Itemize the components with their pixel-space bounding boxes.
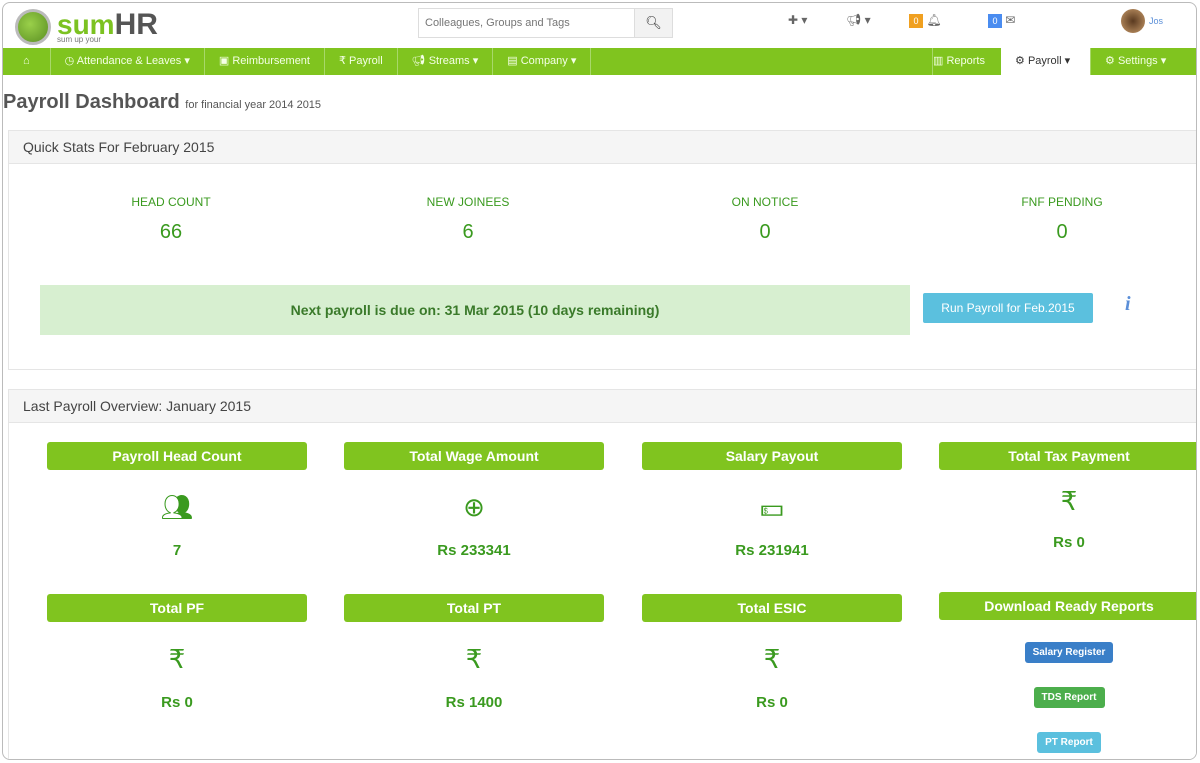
user-name[interactable]: Jos (1149, 16, 1163, 26)
stat-value: 66 (159, 221, 183, 243)
plus-circle-icon: ⊕ (463, 492, 485, 522)
stat-value: 0 (1056, 221, 1068, 243)
page-subtitle: for financial year 2014 2015 (185, 99, 322, 111)
card-download-reports: Download Ready Reports Salary Register T… (939, 592, 1196, 753)
salary-register-button[interactable]: Salary Register (1024, 642, 1114, 663)
nav-payroll-settings[interactable]: ⚙ Payroll ▾ (1001, 48, 1091, 75)
nav-attendance[interactable]: ◷ Attendance & Leaves ▾ (51, 48, 205, 75)
stat-label: NEW JOINEES (426, 195, 510, 209)
nav-label: Reimbursement (232, 55, 310, 67)
card-value: Rs 233341 (437, 542, 511, 559)
nav-label: Attendance & Leaves ▾ (76, 55, 190, 67)
info-icon[interactable]: i (1125, 293, 1131, 316)
overview-heading: Last Payroll Overview: January 2015 (9, 390, 1196, 423)
quick-stats-heading: Quick Stats For February 2015 (9, 131, 1196, 164)
logo-globe-icon (15, 9, 51, 45)
building-icon: ▤ (507, 55, 518, 67)
nav-home[interactable]: ⌂ (3, 48, 51, 75)
card-title: Total PT (344, 594, 604, 622)
money-icon: 💵︎ (760, 492, 784, 522)
nav-reimbursement[interactable]: ▣ Reimbursement (205, 48, 325, 75)
logo[interactable]: sumHR sum up your (15, 9, 158, 45)
stat-value: 6 (462, 221, 474, 243)
pt-report-button[interactable]: PT Report (1037, 732, 1101, 753)
card-total-tax-payment: Total Tax Payment ₹ Rs 0 (939, 442, 1196, 551)
title-text: Payroll Dashboard (3, 91, 180, 113)
stat-fnf-pending: FNF PENDING 0 (962, 195, 1162, 244)
stat-on-notice: ON NOTICE 0 (665, 195, 865, 244)
nav-label: Reports (946, 55, 985, 67)
search-input[interactable] (419, 9, 634, 37)
nav-label: Settings ▾ (1117, 55, 1167, 67)
card-title: Download Ready Reports (939, 592, 1196, 620)
stat-label: ON NOTICE (731, 195, 799, 209)
card-title: Total ESIC (642, 594, 902, 622)
tds-report-button[interactable]: TDS Report (1033, 687, 1105, 708)
card-salary-payout: Salary Payout 💵︎ Rs 231941 (642, 442, 902, 559)
card-value: Rs 1400 (445, 694, 503, 711)
page-title: Payroll Dashboard for financial year 201… (3, 91, 321, 114)
card-title: Total PF (47, 594, 307, 622)
clock-icon: ◷ (64, 55, 75, 67)
notifications[interactable]: 0 🔔︎ (909, 13, 942, 28)
nav-label: Streams ▾ (428, 55, 479, 67)
last-payroll-panel: Last Payroll Overview: January 2015 Payr… (8, 389, 1196, 759)
search-box: 🔍︎ (418, 8, 673, 38)
stat-new-joinees: NEW JOINEES 6 (368, 195, 568, 244)
app-window: sumHRsum up your 🔍︎ ✚ ▾ 📢︎ ▾ 0 🔔︎ 0 ✉ Jo… (2, 2, 1197, 760)
search-button[interactable]: 🔍︎ (634, 9, 672, 37)
card-total-pt: Total PT ₹ Rs 1400 (344, 594, 604, 711)
bullhorn-icon: 📢︎ (411, 55, 426, 67)
nav-settings[interactable]: ⚙ Settings ▾ (1091, 48, 1196, 75)
nav-streams[interactable]: 📢︎ Streams ▾ (398, 48, 494, 75)
card-value: Rs 231941 (735, 542, 809, 559)
users-icon: 👥︎ (160, 492, 194, 522)
card-title: Payroll Head Count (47, 442, 307, 470)
card-total-pf: Total PF ₹ Rs 0 (47, 594, 307, 711)
run-payroll-button[interactable]: Run Payroll for Feb.2015 (923, 293, 1093, 323)
card-value: 7 (172, 542, 182, 559)
nav-reports[interactable]: ▥ Reports (933, 48, 1001, 75)
next-payroll-banner: Next payroll is due on: 31 Mar 2015 (10 … (40, 285, 910, 335)
card-total-wage-amount: Total Wage Amount ⊕ Rs 233341 (344, 442, 604, 559)
nav-label: Company ▾ (520, 55, 577, 67)
search-icon: 🔍︎ (645, 15, 662, 30)
money-icon: ▣ (218, 55, 230, 67)
mail-count: 0 (988, 14, 1002, 28)
messages[interactable]: 0 ✉ (988, 13, 1015, 28)
nav-payroll[interactable]: ₹ Payroll (325, 48, 398, 75)
rupee-icon: ₹ (168, 644, 186, 674)
card-value: Rs 0 (1053, 534, 1085, 551)
card-value: Rs 0 (161, 694, 193, 711)
brand-hr: HR (114, 8, 158, 41)
stat-head-count: HEAD COUNT 66 (71, 195, 271, 244)
avatar[interactable] (1121, 9, 1145, 33)
bar-chart-icon: ▥ (933, 55, 944, 67)
add-menu-icon[interactable]: ✚ ▾ (788, 13, 807, 27)
quick-stats-panel: Quick Stats For February 2015 HEAD COUNT… (8, 130, 1196, 370)
rupee-icon: ₹ (1060, 486, 1078, 516)
stat-value: 0 (759, 221, 771, 243)
mail-icon: ✉ (1005, 13, 1016, 27)
card-value: Rs 0 (756, 694, 788, 711)
rupee-icon: ₹ (763, 644, 781, 674)
announce-menu-icon[interactable]: 📢︎ ▾ (846, 13, 871, 27)
nav-label: Payroll ▾ (1027, 55, 1071, 67)
bell-icon: 🔔︎ (926, 13, 942, 27)
notif-count: 0 (909, 14, 923, 28)
gear-icon: ⚙ (1015, 55, 1025, 67)
rupee-icon: ₹ (465, 644, 483, 674)
main-nav: ⌂ ◷ Attendance & Leaves ▾ ▣ Reimbursemen… (3, 48, 1196, 75)
card-payroll-head-count: Payroll Head Count 👥︎ 7 (47, 442, 307, 559)
card-title: Total Wage Amount (344, 442, 604, 470)
card-title: Total Tax Payment (939, 442, 1196, 470)
card-title: Salary Payout (642, 442, 902, 470)
stat-label: FNF PENDING (1021, 195, 1103, 209)
nav-company[interactable]: ▤ Company ▾ (493, 48, 592, 75)
home-icon: ⌂ (23, 55, 30, 67)
stat-label: HEAD COUNT (131, 195, 211, 209)
card-total-esic: Total ESIC ₹ Rs 0 (642, 594, 902, 711)
gear-icon: ⚙ (1105, 55, 1115, 67)
